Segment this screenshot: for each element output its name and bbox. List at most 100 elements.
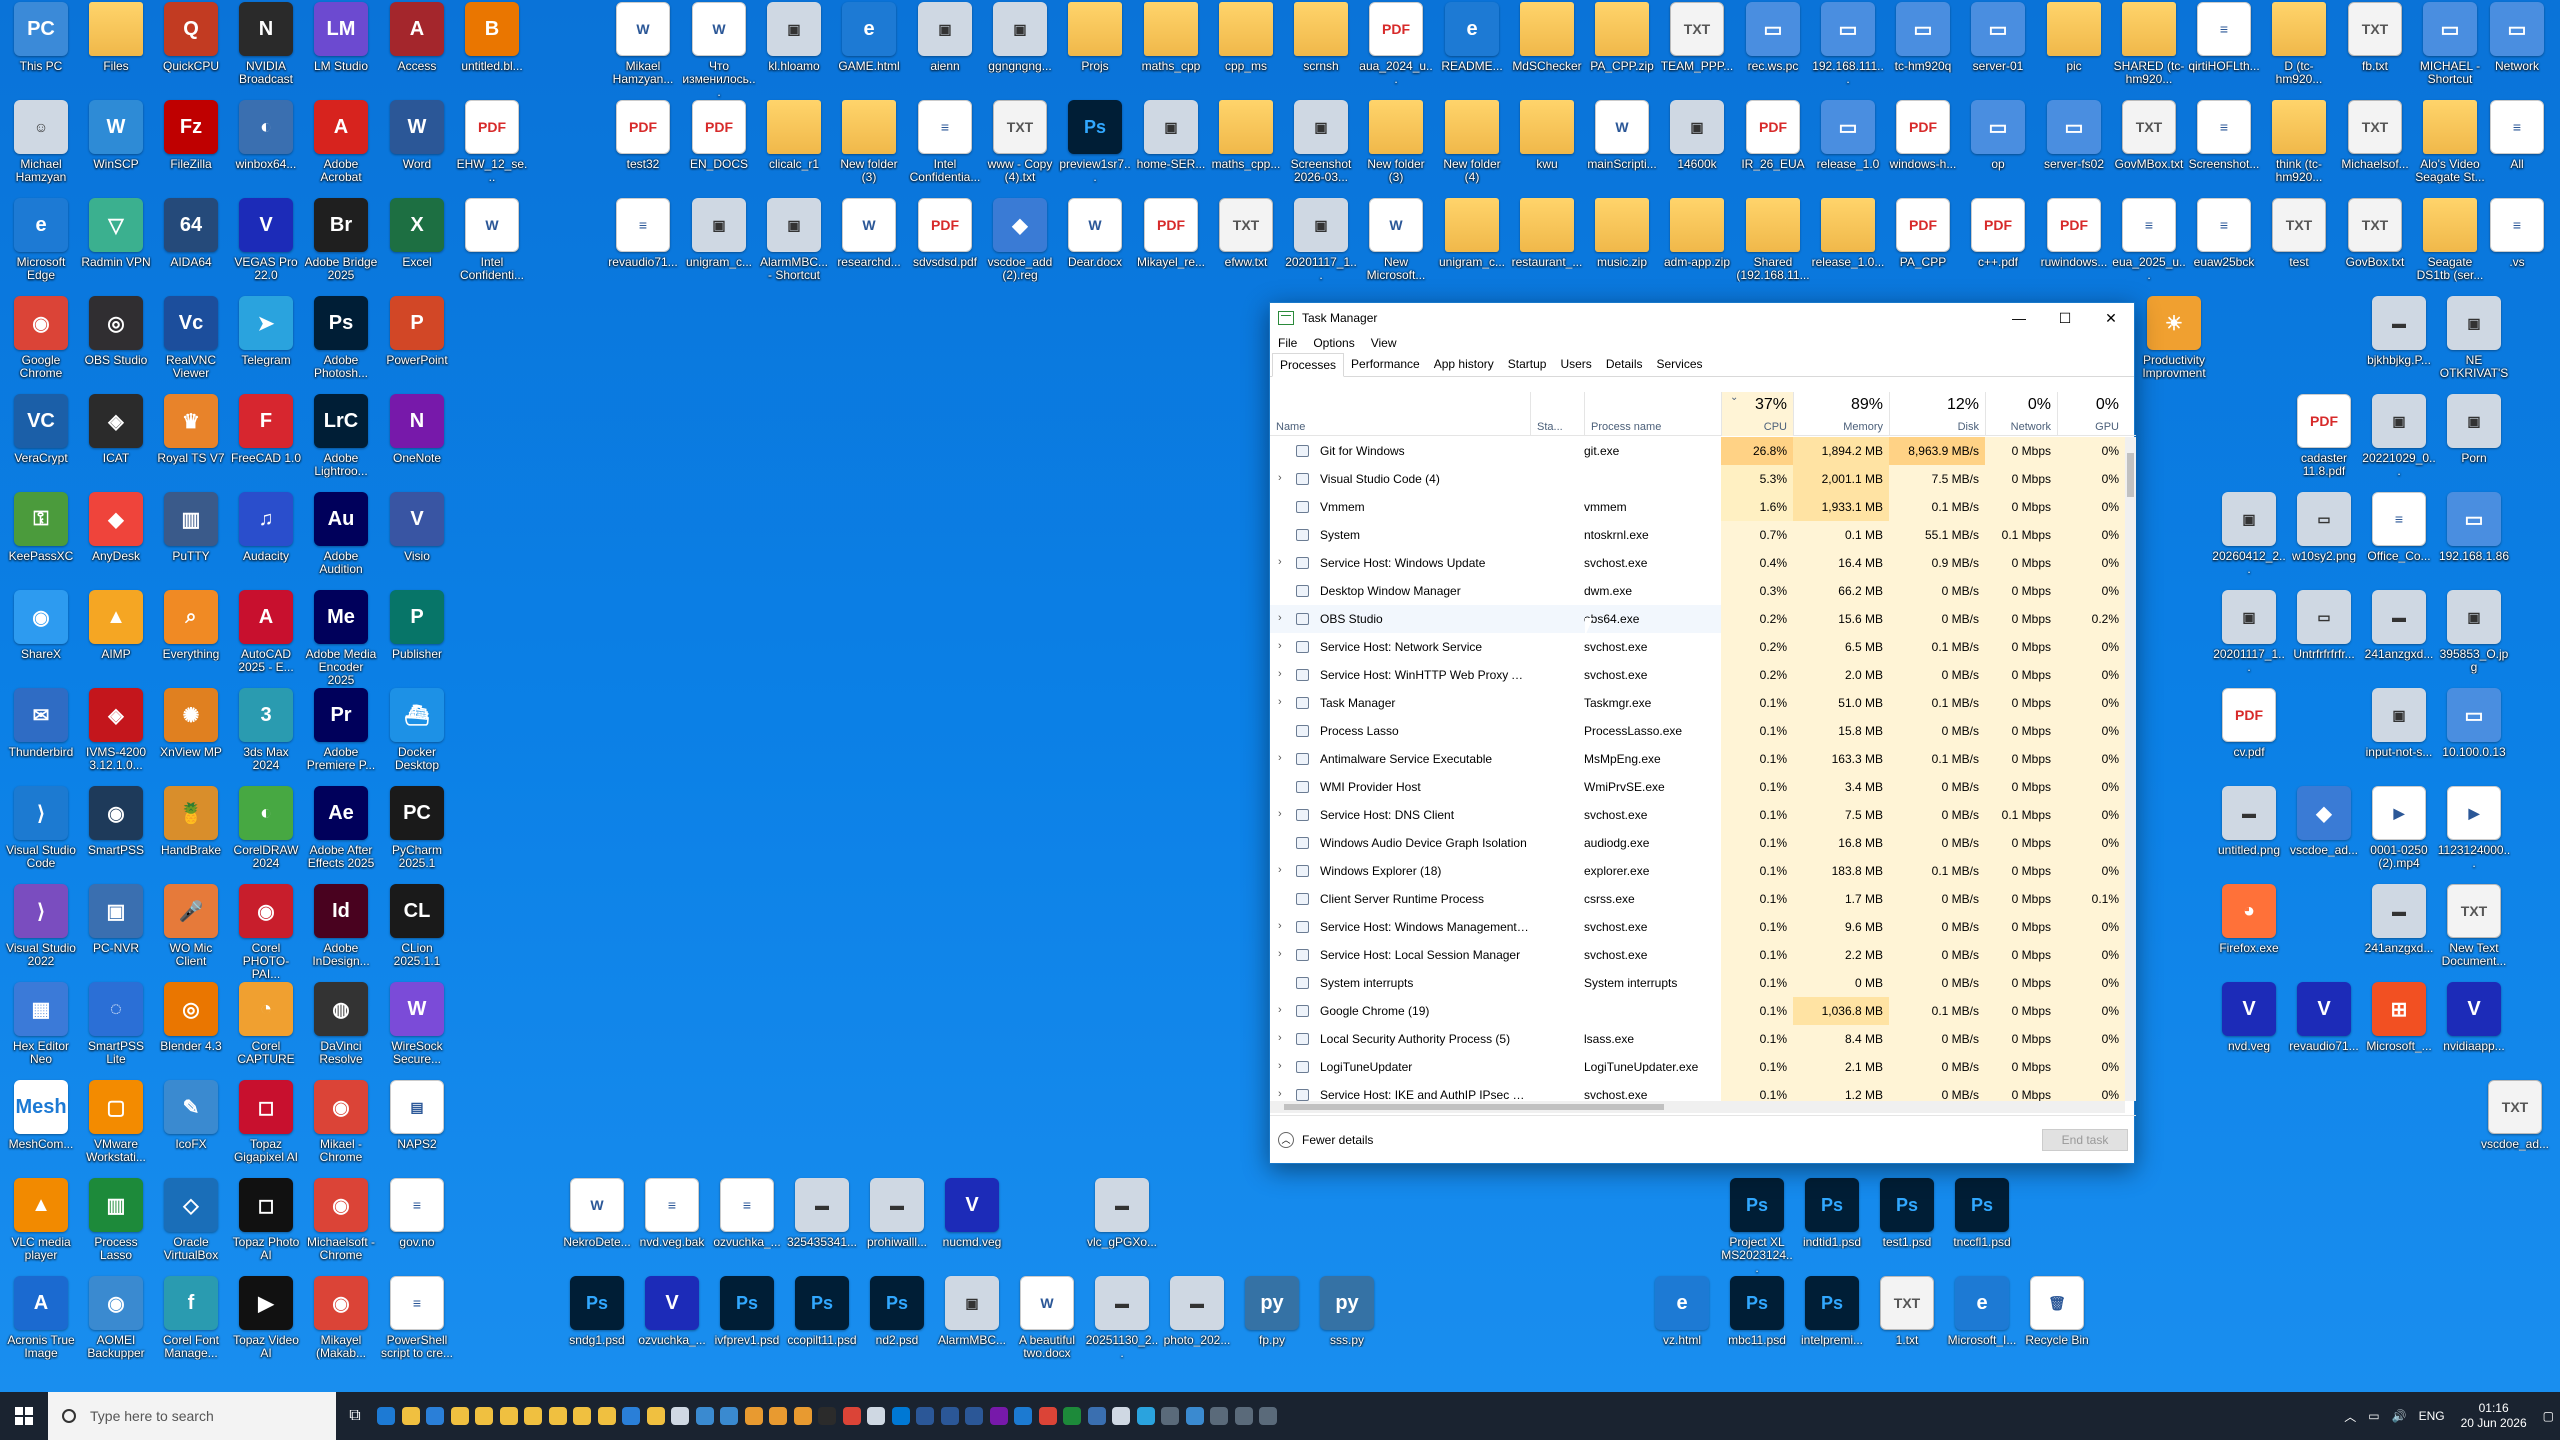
desktop-icon[interactable]: PDF sdvsdsd.pdf (908, 198, 982, 296)
desktop-icon[interactable]: ▣ input-not-s... (2362, 688, 2436, 786)
desktop-icon[interactable]: ◉ Mikayel (Makab... (304, 1276, 378, 1374)
desktop-icon[interactable]: ▭ Network (2480, 2, 2554, 100)
desktop-icon[interactable]: New folder (4) (1435, 100, 1509, 198)
desktop-icon[interactable]: Pr Adobe Premiere P... (304, 688, 378, 786)
table-row[interactable]: › Service Host: Network Service svchost.ex… (1270, 633, 2125, 661)
desktop-icon[interactable]: W Intel Confidenti... (455, 198, 529, 296)
table-row[interactable]: › LogiTuneUpdater LogiTuneUpdater.exe 0.1% 2… (1270, 1053, 2125, 1081)
vertical-scrollbar[interactable] (2125, 437, 2136, 1101)
taskbar-app-icon[interactable] (448, 1392, 473, 1440)
desktop-icon[interactable]: ⚿ KeePassXC (4, 492, 78, 590)
desktop-icon[interactable]: ▭ server-fs02 (2037, 100, 2111, 198)
taskbar-app-icon[interactable] (1109, 1392, 1134, 1440)
desktop-icon[interactable]: TXT New Text Document... (2437, 884, 2511, 982)
desktop-icon[interactable]: e Microsoft Edge (4, 198, 78, 296)
desktop-icon[interactable]: ◆ AnyDesk (79, 492, 153, 590)
desktop-icon[interactable]: ▬ 20251130_2... (1085, 1276, 1159, 1374)
desktop-icon[interactable]: ≡ .vs (2480, 198, 2554, 296)
desktop-icon[interactable]: ▭ w10sy2.png (2287, 492, 2361, 590)
desktop-icon[interactable]: Alo's Video Seagate St... (2413, 100, 2487, 198)
desktop-icon[interactable]: PDF EHW_12_se... (455, 100, 529, 198)
column-cpu[interactable]: ⌄ 37% CPU (1721, 392, 1793, 436)
clock[interactable]: 01:16 20 Jun 2026 (2461, 1401, 2527, 1431)
language-indicator[interactable]: ENG (2419, 1409, 2445, 1423)
show-hidden-icons-icon[interactable]: ︿ (2344, 1408, 2356, 1425)
desktop-icon[interactable]: Me Adobe Media Encoder 2025 (304, 590, 378, 688)
desktop-icon[interactable]: V Visio (380, 492, 454, 590)
desktop-icon[interactable]: TXT vscdoe_ad... (2478, 1080, 2552, 1178)
desktop-icon[interactable]: maths_cpp... (1209, 100, 1283, 198)
taskbar-app-icon[interactable] (570, 1392, 595, 1440)
desktop-icon[interactable]: Mesh MeshCom... (4, 1080, 78, 1178)
table-row[interactable]: › Visual Studio Code (4) 5.3% 2,001.1 MB 7.5… (1270, 465, 2125, 493)
tab-app-history[interactable]: App history (1427, 353, 1501, 376)
desktop-icon[interactable]: TXT fb.txt (2338, 2, 2412, 100)
desktop-icon[interactable]: ◇ Oracle VirtualBox (154, 1178, 228, 1276)
taskbar-app-icon[interactable] (889, 1392, 914, 1440)
desktop-icon[interactable]: PDF windows-h... (1886, 100, 1960, 198)
close-button[interactable]: ✕ (2088, 303, 2134, 333)
table-row[interactable]: Windows Audio Device Graph Isolation audi… (1270, 829, 2125, 857)
table-row[interactable]: Process Lasso ProcessLasso.exe 0.1% 15.8 MB… (1270, 717, 2125, 745)
desktop-icon[interactable]: New folder (3) (1359, 100, 1433, 198)
desktop-icon[interactable]: ◆ vscdoe_add (2).reg (983, 198, 1057, 296)
desktop-icon[interactable]: Ps Adobe Photosh... (304, 296, 378, 394)
desktop-icon[interactable]: W Word (380, 100, 454, 198)
desktop-icon[interactable]: maths_cpp (1134, 2, 1208, 100)
taskbar-app-icon[interactable] (668, 1392, 693, 1440)
tab-users[interactable]: Users (1553, 353, 1598, 376)
desktop-icon[interactable]: ▣ ggngngng... (983, 2, 1057, 100)
desktop-icon[interactable]: ⊞ Microsoft_... (2362, 982, 2436, 1080)
desktop-icon[interactable]: TXT TEAM_PPP... (1660, 2, 1734, 100)
desktop-icon[interactable]: scrnsh (1284, 2, 1358, 100)
desktop-icon[interactable]: ▭ 192.168.111... (1811, 2, 1885, 100)
desktop-icon[interactable]: ▲ AIMP (79, 590, 153, 688)
taskbar-app-icon[interactable] (644, 1392, 669, 1440)
taskbar-app-icon[interactable] (987, 1392, 1012, 1440)
taskbar-app-icon[interactable] (1134, 1392, 1159, 1440)
desktop-icon[interactable]: W Что изменилось... (682, 2, 756, 100)
desktop-icon[interactable]: P Publisher (380, 590, 454, 688)
menu-view[interactable]: View (1371, 336, 1397, 350)
scroll-thumb[interactable] (2127, 453, 2134, 497)
table-row[interactable]: › Service Host: WinHTTP Web Proxy Aut... s… (1270, 661, 2125, 689)
desktop-icon[interactable]: PA_CPP.zip (1585, 2, 1659, 100)
desktop-icon[interactable]: W A beautiful two.docx (1010, 1276, 1084, 1374)
desktop-icon[interactable]: 🎤 WO Mic Client (154, 884, 228, 982)
scroll-thumb[interactable] (1284, 1104, 1664, 1110)
desktop-icon[interactable]: PDF EN_DOCS (682, 100, 756, 198)
desktop-icon[interactable]: ◉ ShareX (4, 590, 78, 688)
desktop-icon[interactable]: e README... (1435, 2, 1509, 100)
desktop-icon[interactable]: Vnucmd.veg (935, 1178, 1009, 1276)
desktop-icon[interactable]: ▢ VMware Workstati... (79, 1080, 153, 1178)
desktop-icon[interactable]: PDF cadaster 11.8.pdf (2287, 394, 2361, 492)
desktop-icon[interactable]: Projs (1058, 2, 1132, 100)
desktop-icon[interactable]: ⛴ Docker Desktop (380, 688, 454, 786)
desktop-icon[interactable]: ≡ qirtiHOFLth... (2187, 2, 2261, 100)
menu-file[interactable]: File (1278, 336, 1297, 350)
start-button[interactable] (0, 1392, 48, 1440)
desktop-icon[interactable]: ▶ 0001-0250 (2).mp4 (2362, 786, 2436, 884)
taskbar-app-icon[interactable] (619, 1392, 644, 1440)
desktop-icon[interactable]: PDF c++.pdf (1961, 198, 2035, 296)
desktop-icon[interactable]: f Corel Font Manage... (154, 1276, 228, 1374)
taskbar-app-icon[interactable] (595, 1392, 620, 1440)
desktop-icon[interactable]: ◎ Blender 4.3 (154, 982, 228, 1080)
desktop-icon[interactable]: Ps ccopilt11.psd (785, 1276, 859, 1374)
desktop-icon[interactable]: ◐ winbox64... (229, 100, 303, 198)
desktop-icon[interactable]: PDF aua_2024_u... (1359, 2, 1433, 100)
tab-performance[interactable]: Performance (1344, 353, 1427, 376)
tab-startup[interactable]: Startup (1501, 353, 1554, 376)
taskbar-app-icon[interactable] (1256, 1392, 1281, 1440)
desktop-icon[interactable]: PDF PA_CPP (1886, 198, 1960, 296)
desktop-icon[interactable]: ≡ Intel Confidentia... (908, 100, 982, 198)
desktop-icon[interactable]: ≡ eua_2025_u... (2112, 198, 2186, 296)
desktop-icon[interactable]: TXT test (2262, 198, 2336, 296)
desktop-icon[interactable]: Ae Adobe After Effects 2025 (304, 786, 378, 884)
desktop-icon[interactable]: ▬ untitled.png (2212, 786, 2286, 884)
desktop-icon[interactable]: LM LM Studio (304, 2, 378, 100)
taskbar-app-icon[interactable] (399, 1392, 424, 1440)
desktop-icon[interactable]: ▣ 395853_O.jpg (2437, 590, 2511, 688)
expand-chevron-icon[interactable]: › (1278, 864, 1282, 876)
desktop-icon[interactable]: ➤ Telegram (229, 296, 303, 394)
